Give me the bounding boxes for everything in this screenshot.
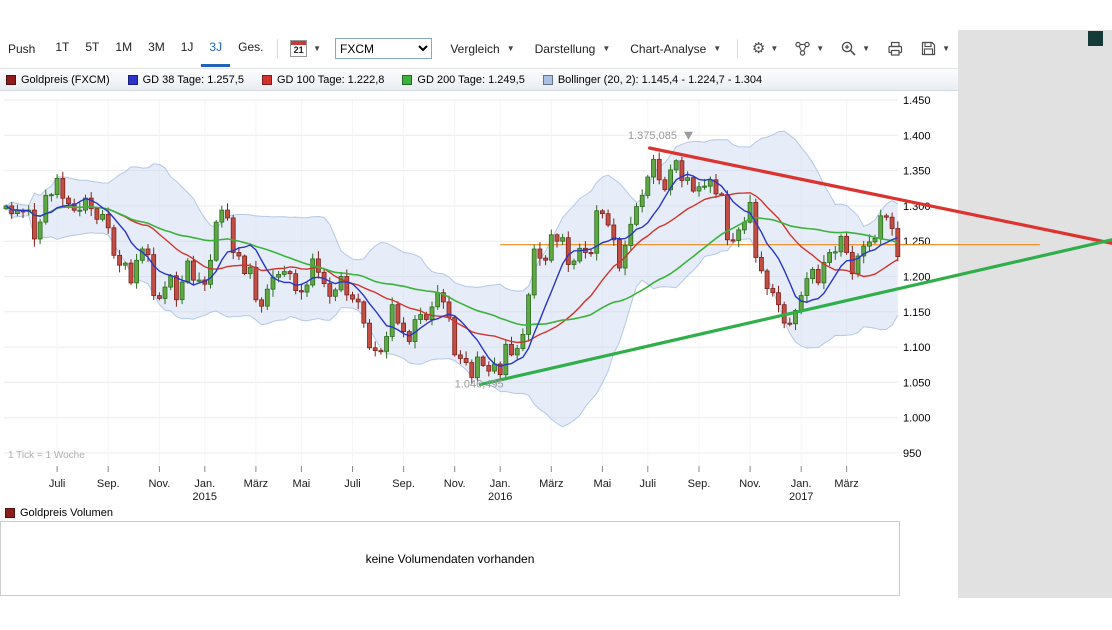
range-button-5t[interactable]: 5T	[77, 30, 107, 67]
svg-text:2016: 2016	[488, 491, 512, 503]
svg-text:Nov.: Nov.	[739, 478, 761, 490]
push-button[interactable]: Push	[0, 30, 47, 67]
volume-empty-box: keine Volumendaten vorhanden	[0, 521, 900, 596]
chart-application: 1.4501.4001.3501.3001.2501.2001.1501.100…	[0, 0, 1112, 630]
chevron-down-icon: ▼	[816, 44, 824, 53]
svg-text:Nov.: Nov.	[444, 478, 466, 490]
save-icon	[920, 40, 937, 57]
chevron-down-icon: ▼	[770, 44, 778, 53]
svg-text:1.050: 1.050	[903, 377, 931, 389]
series-swatch	[128, 75, 138, 85]
svg-text:2017: 2017	[789, 491, 813, 503]
svg-text:Sep.: Sep.	[392, 478, 415, 490]
volume-empty-message: keine Volumendaten vorhanden	[366, 552, 535, 566]
svg-text:1.000: 1.000	[903, 413, 931, 425]
range-button-1j[interactable]: 1J	[173, 30, 202, 67]
svg-text:1.400: 1.400	[903, 130, 931, 142]
svg-text:Nov.: Nov.	[148, 478, 170, 490]
calendar-icon: 21	[290, 40, 307, 57]
date-picker-button[interactable]: 21 ▼	[284, 30, 327, 67]
range-button-1m[interactable]: 1M	[107, 30, 140, 67]
nodes-icon	[794, 40, 811, 57]
legend-item-bollinger: Bollinger (20, 2): 1.145,4 - 1.224,7 - 1…	[543, 74, 762, 86]
legend-item-gd38: GD 38 Tage: 1.257,5	[128, 74, 244, 86]
chart-toolbar: Push 1T 5T 1M 3M 1J 3J Ges. 21 ▼ FXCM Ve…	[0, 30, 958, 67]
svg-text:1.150: 1.150	[903, 307, 931, 319]
legend-item-gd200: GD 200 Tage: 1.249,5	[402, 74, 524, 86]
svg-text:1.375,085: 1.375,085	[628, 130, 677, 142]
series-swatch	[6, 75, 16, 85]
svg-text:Sep.: Sep.	[688, 478, 711, 490]
display-menu-button[interactable]: Darstellung ▼	[525, 30, 621, 67]
svg-text:1.100: 1.100	[903, 342, 931, 354]
range-button-3m[interactable]: 3M	[140, 30, 173, 67]
chevron-down-icon: ▼	[942, 44, 950, 53]
print-button[interactable]	[878, 30, 912, 67]
chevron-down-icon: ▼	[862, 44, 870, 53]
series-swatch	[262, 75, 272, 85]
svg-text:Jan.: Jan.	[791, 478, 812, 490]
volume-legend-label: Goldpreis Volumen	[20, 507, 113, 519]
range-button-ges[interactable]: Ges.	[230, 30, 271, 67]
svg-text:Sep.: Sep.	[97, 478, 120, 490]
svg-text:Mai: Mai	[293, 478, 311, 490]
chevron-down-icon: ▼	[507, 44, 515, 53]
volume-legend: Goldpreis Volumen	[5, 507, 113, 519]
toolbar-separator	[277, 39, 278, 58]
svg-text:2015: 2015	[193, 491, 217, 503]
svg-text:1.250: 1.250	[903, 236, 931, 248]
svg-text:Juli: Juli	[49, 478, 66, 490]
svg-text:Jan.: Jan.	[490, 478, 511, 490]
zoom-in-icon	[840, 40, 857, 57]
svg-text:März: März	[834, 478, 858, 490]
series-swatch	[402, 75, 412, 85]
chart-analysis-menu-button[interactable]: Chart-Analyse ▼	[620, 30, 731, 67]
series-swatch	[543, 75, 553, 85]
range-button-1t[interactable]: 1T	[47, 30, 77, 67]
legend-item-gd100: GD 100 Tage: 1.222,8	[262, 74, 384, 86]
svg-text:1.350: 1.350	[903, 166, 931, 178]
chart-legend: Goldpreis (FXCM) GD 38 Tage: 1.257,5 GD …	[0, 68, 958, 91]
indicators-button[interactable]: ▼	[786, 30, 832, 67]
svg-text:März: März	[244, 478, 268, 490]
chevron-down-icon: ▼	[713, 44, 721, 53]
svg-text:Mai: Mai	[594, 478, 612, 490]
svg-text:1.046,495: 1.046,495	[455, 378, 504, 390]
range-button-3j[interactable]: 3J	[201, 30, 230, 67]
chevron-down-icon: ▼	[602, 44, 610, 53]
svg-text:1.450: 1.450	[903, 95, 931, 107]
legend-item-goldpreis: Goldpreis (FXCM)	[6, 74, 110, 86]
save-button[interactable]: ▼	[912, 30, 958, 67]
compare-menu-button[interactable]: Vergleich ▼	[440, 30, 524, 67]
settings-button[interactable]: ⚙ ▼	[744, 30, 786, 67]
gear-icon: ⚙	[752, 41, 765, 56]
feed-select[interactable]: FXCM	[335, 38, 432, 59]
zoom-button[interactable]: ▼	[832, 30, 878, 67]
chevron-down-icon: ▼	[313, 44, 321, 53]
svg-text:März: März	[539, 478, 563, 490]
svg-text:1 Tick = 1 Woche: 1 Tick = 1 Woche	[8, 450, 85, 461]
printer-icon	[886, 40, 904, 57]
volume-swatch	[5, 508, 15, 518]
svg-text:Jan.: Jan.	[194, 478, 215, 490]
svg-text:Juli: Juli	[640, 478, 657, 490]
svg-text:950: 950	[903, 448, 921, 460]
toolbar-separator	[737, 39, 738, 58]
svg-text:Juli: Juli	[344, 478, 361, 490]
